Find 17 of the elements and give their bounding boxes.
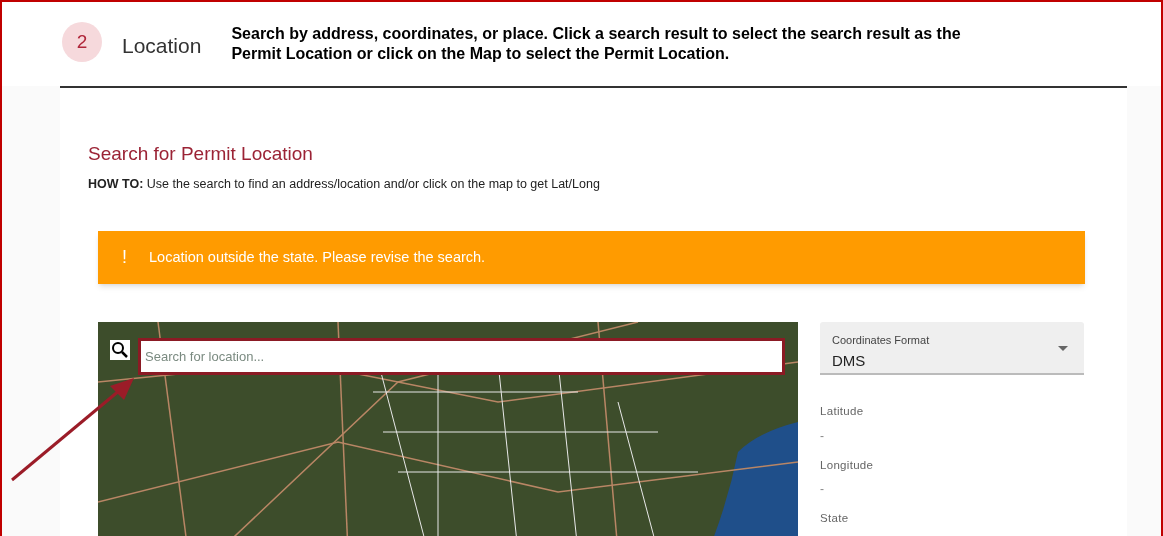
search-icon[interactable] <box>110 340 130 361</box>
search-field[interactable]: Search for location... <box>138 338 785 376</box>
field-label: State <box>820 510 850 526</box>
map[interactable]: Search for location... <box>98 322 798 536</box>
step-label: Location <box>122 33 202 59</box>
step-number: 2 <box>62 22 102 62</box>
field-value: - <box>820 480 825 494</box>
instructions-text: Search by address, coordinates, or place. Click a search result to select the search result as the Permit Location or click on the Map to select the Permit Location. <box>231 24 962 64</box>
warning-icon: ! <box>122 244 127 272</box>
section-title: Search for Permit Location <box>88 142 314 166</box>
field-label: Latitude <box>820 404 865 420</box>
dropdown-caret-icon <box>1058 346 1068 352</box>
howto-text: HOW TO: Use the search to find an address/location and/or click on the map to get Lat/Long <box>88 175 601 193</box>
field-value: - <box>820 427 825 441</box>
coordinates-format-select[interactable]: Coordinates Format DMS <box>820 322 1084 376</box>
alert-message: Location outside the state. Please revise the search. <box>149 247 486 267</box>
field-label: Longitude <box>820 457 875 473</box>
